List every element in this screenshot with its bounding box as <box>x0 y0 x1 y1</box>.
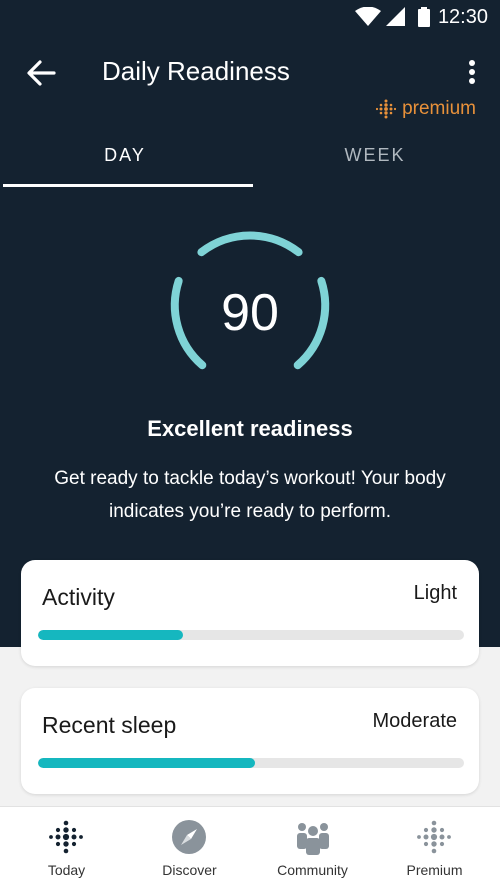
card-label: Recent sleep <box>42 712 177 738</box>
tab-week[interactable]: WEEK <box>250 130 500 186</box>
tab-bar: DAY WEEK <box>0 130 500 188</box>
progress-fill <box>38 758 256 768</box>
signal-icon <box>386 7 405 26</box>
readiness-score: 90 <box>221 284 279 342</box>
recent-sleep-card[interactable]: Recent sleep Moderate <box>21 688 479 794</box>
nav-label: Today <box>47 862 86 878</box>
nav-label: Community <box>277 862 348 878</box>
readiness-description: Get ready to tackle today’s workout! You… <box>54 468 446 522</box>
community-icon <box>297 823 329 855</box>
activity-card[interactable]: Activity Light <box>21 560 479 666</box>
nav-today[interactable]: Today <box>4 807 129 890</box>
compass-icon <box>172 820 206 854</box>
fitbit-dots-icon <box>376 99 397 119</box>
nav-label: Discover <box>162 862 217 878</box>
readiness-headline: Excellent readiness <box>147 416 353 441</box>
progress-fill <box>38 630 183 640</box>
status-bar: 12:30 <box>0 0 500 34</box>
nav-label: Premium <box>406 862 463 878</box>
back-arrow-icon[interactable] <box>24 56 58 90</box>
sleep-progress-bar <box>38 758 464 768</box>
bottom-navigation: Today Discover Community Premium <box>0 806 500 890</box>
nav-premium[interactable]: Premium <box>372 807 497 890</box>
more-options-icon[interactable] <box>462 58 482 88</box>
nav-community[interactable]: Community <box>250 807 375 890</box>
activity-progress-bar <box>38 630 464 640</box>
card-label: Activity <box>42 584 115 610</box>
card-level: Light <box>413 582 457 604</box>
card-level: Moderate <box>372 710 458 732</box>
nav-discover[interactable]: Discover <box>127 807 252 890</box>
app-bar: Daily Readiness <box>0 40 500 104</box>
wifi-icon <box>355 7 381 26</box>
fitbit-dots-outline-icon <box>417 820 451 854</box>
status-time: 12:30 <box>437 6 488 28</box>
battery-icon <box>418 7 430 27</box>
page-title: Daily Readiness <box>102 56 290 86</box>
fitbit-dots-icon <box>49 820 83 854</box>
active-tab-indicator <box>3 184 253 187</box>
premium-label: premium <box>402 98 476 119</box>
tab-day[interactable]: DAY <box>0 130 250 186</box>
premium-badge: premium <box>376 98 476 120</box>
